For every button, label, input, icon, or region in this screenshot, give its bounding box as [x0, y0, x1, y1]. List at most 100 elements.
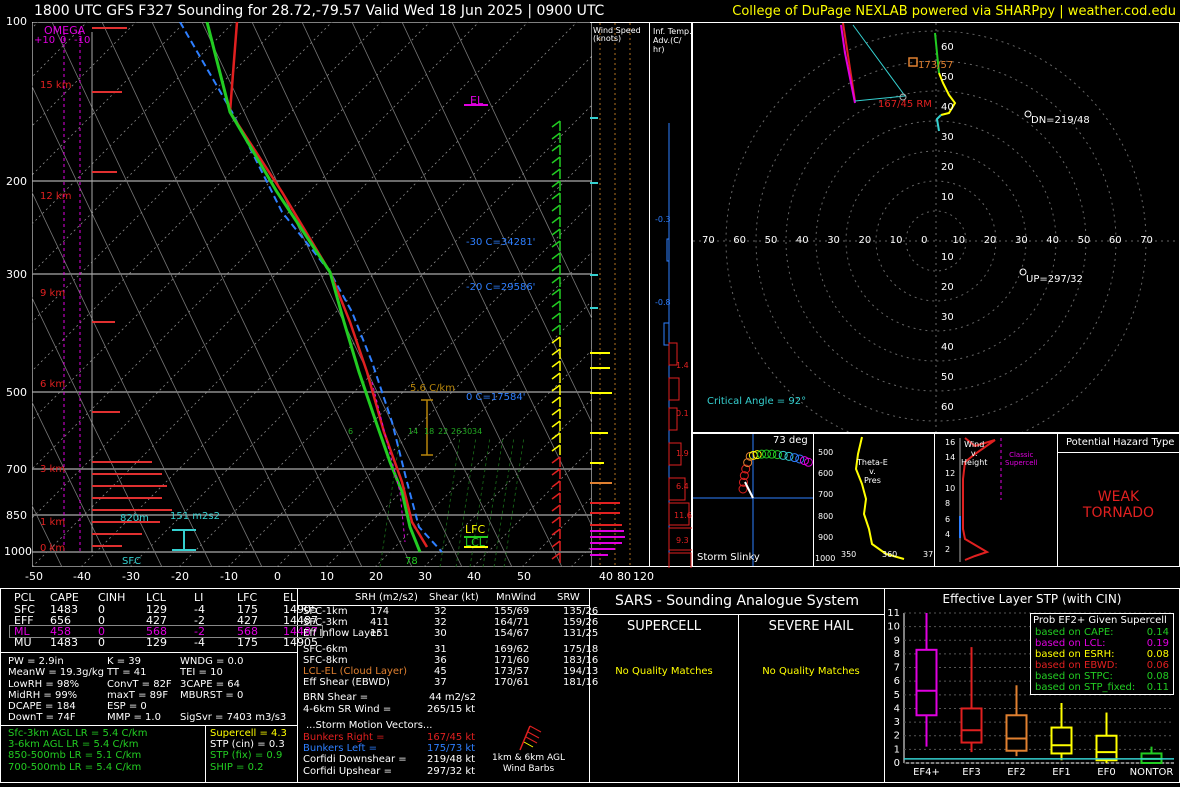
theta-x-tick: 37	[923, 550, 934, 559]
temp-tick: -30	[122, 570, 140, 583]
omega-tick-plus10: +10	[34, 35, 56, 46]
stp-y-tick: 5	[894, 690, 900, 701]
kin-header-shear: Shear (kt)	[429, 592, 479, 603]
height-label-1km: 1 km	[40, 517, 66, 528]
temp-tick: 30	[418, 570, 432, 583]
el-label: EL	[470, 94, 484, 107]
temp-adv-bar	[663, 322, 670, 346]
sounding-title: 1800 UTC GFS F327 Sounding for 28.72,-79…	[34, 3, 605, 19]
hodo-inflow-vector	[852, 24, 906, 102]
hodo-trace-magenta	[840, 24, 856, 104]
stp-legend-value: 0.11	[1146, 682, 1169, 693]
hodo-ring-label: 30	[1015, 235, 1028, 246]
wind-height-title: Wind v. Height	[961, 440, 988, 467]
stp-category: EF2	[1007, 767, 1025, 778]
mix-label-30: 30	[462, 427, 473, 436]
stp-y-tick: 6	[894, 676, 900, 687]
composite-item: SHIP = 0.2	[210, 761, 264, 773]
temp-adv-bar	[668, 377, 680, 401]
stp-legend-rows: based on CAPE: 0.14 based on LCL: 0.19 based…	[1031, 627, 1173, 693]
kin-cell: 164/71	[494, 617, 530, 628]
sars-title: SARS - Sounding Analogue System	[615, 593, 859, 609]
temp-tick: -40	[73, 570, 91, 583]
storm-slinky-svg	[693, 434, 813, 566]
kin-cell: 151	[370, 628, 390, 639]
motion-value: 297/32 kt	[427, 765, 476, 777]
stp-y-tick: 7	[894, 663, 900, 674]
parcel-col-header: CAPE	[50, 591, 79, 604]
barb-glyph-icon	[519, 725, 542, 751]
wind-tick-40: 40	[599, 570, 613, 583]
pressure-label-200: 200	[6, 175, 27, 188]
stp-box	[1005, 714, 1028, 752]
temp-adv-bar	[666, 238, 670, 262]
stp-box	[1050, 726, 1073, 755]
stp-legend-value: 0.19	[1146, 638, 1169, 649]
thermo-item: TEI = 10	[180, 667, 223, 679]
hodo-ring-label: 60	[1108, 235, 1122, 246]
height-label-15km: 15 km	[40, 80, 72, 91]
kin-cell: 32	[434, 606, 447, 617]
pressure-label-850: 850	[6, 509, 27, 522]
hodo-ring-label: 40	[795, 235, 809, 246]
lapse-rate-item: Sfc-3km AGL LR = 5.4 C/km	[8, 728, 148, 739]
composite-list: Supercell = 4.3 STP (cin) = 0.3 STP (fix…	[210, 728, 287, 773]
lapse-rate-label: 5.6 C/km	[410, 383, 455, 394]
hodo-ring-label: 20	[983, 235, 997, 246]
hodo-ring-label: 20	[941, 162, 954, 173]
composite-item: Supercell = 4.3	[210, 728, 287, 739]
hodo-ring-label: 10	[941, 192, 954, 203]
critical-angle-label: Critical Angle = 92°	[707, 396, 807, 407]
parcel-col-header: EL	[283, 591, 297, 604]
theta-p-tick: 700	[818, 490, 834, 499]
height-label-3km: 3 km	[40, 464, 66, 475]
slinky-circle	[795, 454, 805, 464]
hodo-ring-label: 70	[702, 235, 715, 246]
stp-category: EF4+	[913, 767, 940, 778]
lapse-divider-v	[205, 725, 206, 783]
stp-legend-row: based on LCL: 0.19	[1031, 638, 1173, 649]
stp-category: NONTOR	[1130, 767, 1174, 778]
thermo-item: DownT = 74F	[8, 712, 76, 724]
pressure-label-1000: 1000	[4, 545, 32, 558]
thermo-item	[180, 701, 286, 712]
theta-p-tick: 1000	[815, 554, 836, 563]
hodo-ring-label: 10	[889, 235, 903, 246]
slinky-title: Storm Slinky	[697, 552, 760, 563]
motion-corfidi-up: Corfidi Upshear =	[303, 765, 392, 777]
parcel-cell: 129	[146, 636, 167, 649]
parcel-col-header: LFC	[237, 591, 258, 604]
srh-value-label: 151 m2s2	[170, 511, 220, 522]
omega-tick-0: 0	[60, 35, 67, 46]
temp-tick: -50	[25, 570, 43, 583]
hodo-ring-label: 50	[941, 72, 954, 83]
stp-y-tick: 2	[894, 731, 900, 742]
thermo-item: MBURST = 0	[180, 689, 244, 701]
stp-legend-value: 0.06	[1146, 660, 1169, 671]
hodo-ring-label: 30	[941, 312, 954, 323]
hodo-ring-label: 60	[941, 42, 954, 53]
parcel-cell: 1483	[50, 636, 78, 649]
thermo-item: ESP = 0	[107, 701, 147, 713]
stp-legend-row: based on ESRH: 0.08	[1031, 649, 1173, 660]
thermo-item: DCAPE = 184	[8, 701, 76, 713]
stp-legend-value: 0.14	[1146, 627, 1169, 638]
lcl-label: LCL	[465, 536, 485, 549]
wh-tick: 16	[945, 438, 956, 447]
wh-tick: 14	[945, 453, 956, 463]
classic-supercell-label: Classic Supercell	[1005, 451, 1038, 467]
inflow-bottom-label: 820m	[120, 513, 149, 524]
lapse-rate-list: Sfc-3km AGL LR = 5.4 C/km 3-6km AGL LR =…	[8, 728, 147, 773]
stp-legend-label: based on ESRH:	[1035, 649, 1115, 660]
hodo-right-mover: 167/45 RM	[878, 99, 932, 110]
wind-speed-label: Wind Speed (knots)	[593, 26, 641, 43]
temp-tick: 20	[369, 570, 383, 583]
adv-value: -0.3	[655, 215, 671, 224]
lapse-rate-item: 850-500mb LR = 5.1 C/km	[8, 750, 142, 762]
skewt-svg	[0, 21, 1180, 568]
credit-text: College of DuPage NEXLAB powered via SHA…	[732, 4, 1176, 19]
thermo-item: WNDG = 0.0	[180, 656, 244, 667]
kin-cell: 170/61	[494, 677, 530, 688]
hodo-ring-label: 50	[941, 372, 954, 383]
height-label-0km: 0 km	[40, 543, 66, 554]
